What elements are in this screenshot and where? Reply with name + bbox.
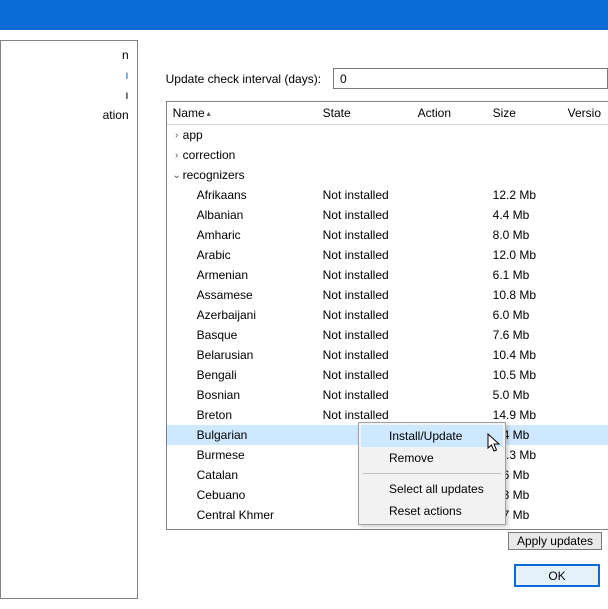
menu-item[interactable]: Install/Update	[361, 425, 503, 447]
menu-item[interactable]: Reset actions	[361, 500, 503, 522]
menu-item[interactable]: Remove	[361, 447, 503, 469]
table-cell: 10.5 Mb	[487, 368, 562, 382]
table-cell: Not installed	[317, 208, 412, 222]
table-row[interactable]: AmharicNot installed 8.0 Mb	[167, 225, 608, 245]
tree-group-label: recognizers	[183, 168, 245, 182]
table-cell: 6.0 Mb	[487, 308, 562, 322]
table-cell: Bulgarian	[167, 428, 317, 442]
table-cell: Not installed	[317, 328, 412, 342]
table-row[interactable]: AzerbaijaniNot installed 6.0 Mb	[167, 305, 608, 325]
table-cell: Central Khmer	[167, 508, 317, 522]
table-cell: Belarusian	[167, 348, 317, 362]
table-cell: 10.8 Mb	[487, 288, 562, 302]
table-cell: 12.2 Mb	[487, 188, 562, 202]
table-row[interactable]: BasqueNot installed 7.6 Mb	[167, 325, 608, 345]
apply-updates-button[interactable]: Apply updates	[508, 532, 602, 550]
table-row[interactable]: BelarusianNot installed 10.4 Mb	[167, 345, 608, 365]
interval-input[interactable]	[333, 68, 608, 89]
tree-group-label: app	[183, 128, 203, 142]
interval-label: Update check interval (days):	[166, 72, 321, 86]
table-cell: Not installed	[317, 308, 412, 322]
table-cell: Afrikaans	[167, 188, 317, 202]
table-cell: Assamese	[167, 288, 317, 302]
table-cell: 6.1 Mb	[487, 268, 562, 282]
sort-asc-icon: ▴	[207, 109, 211, 118]
table-row[interactable]: BengaliNot installed 10.5 Mb	[167, 365, 608, 385]
menu-separator	[363, 473, 501, 474]
table-cell: Catalan	[167, 468, 317, 482]
table-row[interactable]: AlbanianNot installed 4.4 Mb	[167, 205, 608, 225]
tree-group-row[interactable]: › correction	[167, 145, 608, 165]
chevron-right-icon[interactable]: ›	[171, 130, 183, 141]
tree-group-row[interactable]: › app	[167, 125, 608, 145]
table-cell: Breton	[167, 408, 317, 422]
table-cell: 8.0 Mb	[487, 228, 562, 242]
table-cell: Not installed	[317, 388, 412, 402]
table-cell: 10.4 Mb	[487, 348, 562, 362]
ok-button[interactable]: OK	[514, 564, 600, 587]
table-cell: 5.0 Mb	[487, 388, 562, 402]
titlebar[interactable]	[0, 0, 608, 30]
menu-item[interactable]: Select all updates	[361, 478, 503, 500]
table-cell: Armenian	[167, 268, 317, 282]
sidebar-item[interactable]: ation	[1, 105, 137, 125]
table-cell: Not installed	[317, 288, 412, 302]
chevron-down-icon[interactable]: ⌄	[171, 170, 183, 181]
table-cell: Not installed	[317, 188, 412, 202]
table-row[interactable]: BosnianNot installed 5.0 Mb	[167, 385, 608, 405]
table-cell: Bosnian	[167, 388, 317, 402]
table-cell: 14.9 Mb	[487, 408, 562, 422]
table-cell: Burmese	[167, 448, 317, 462]
col-state[interactable]: State	[317, 102, 412, 124]
table-row[interactable]: AfrikaansNot installed 12.2 Mb	[167, 185, 608, 205]
table-cell: Arabic	[167, 248, 317, 262]
col-name[interactable]: Name ▴	[167, 102, 317, 124]
table-cell: Not installed	[317, 268, 412, 282]
table-cell: Amharic	[167, 228, 317, 242]
table-row[interactable]: AssameseNot installed 10.8 Mb	[167, 285, 608, 305]
table-row[interactable]: ArabicNot installed 12.0 Mb	[167, 245, 608, 265]
table-cell: Not installed	[317, 248, 412, 262]
sidebar-item[interactable]: ı	[1, 65, 137, 85]
table-cell: Azerbaijani	[167, 308, 317, 322]
col-action[interactable]: Action	[412, 102, 487, 124]
table-cell: 12.0 Mb	[487, 248, 562, 262]
table-cell: Not installed	[317, 408, 412, 422]
col-name-label: Name	[173, 106, 205, 120]
content: nııation Update check interval (days): N…	[0, 30, 608, 609]
table-cell: Not installed	[317, 368, 412, 382]
settings-window: nııation Update check interval (days): N…	[0, 0, 608, 609]
table-cell: Albanian	[167, 208, 317, 222]
col-version[interactable]: Versio	[562, 102, 608, 124]
interval-row: Update check interval (days):	[166, 68, 608, 89]
sidebar: nııation	[0, 40, 138, 599]
tree-group-row[interactable]: ⌄ recognizers	[167, 165, 608, 185]
table-row[interactable]: Cherokee2.2 Mb	[167, 525, 608, 528]
table-row[interactable]: ArmenianNot installed 6.1 Mb	[167, 265, 608, 285]
table-cell: Not installed	[317, 228, 412, 242]
table-cell: Not installed	[317, 348, 412, 362]
table-cell: 4.4 Mb	[487, 208, 562, 222]
table-cell: 7.6 Mb	[487, 328, 562, 342]
table-cell: Bengali	[167, 368, 317, 382]
chevron-right-icon[interactable]: ›	[171, 150, 183, 161]
ok-row: OK	[166, 550, 608, 599]
apply-row: Apply updates	[166, 530, 608, 550]
sidebar-item[interactable]: ı	[1, 85, 137, 105]
table-header: Name ▴ State Action Size Versio	[167, 102, 608, 125]
sidebar-item[interactable]: n	[1, 45, 137, 65]
table-cell: Cebuano	[167, 488, 317, 502]
col-size[interactable]: Size	[487, 102, 562, 124]
context-menu[interactable]: Install/UpdateRemove Select all updatesRe…	[358, 422, 506, 525]
tree-group-label: correction	[183, 148, 236, 162]
table-cell: Basque	[167, 328, 317, 342]
